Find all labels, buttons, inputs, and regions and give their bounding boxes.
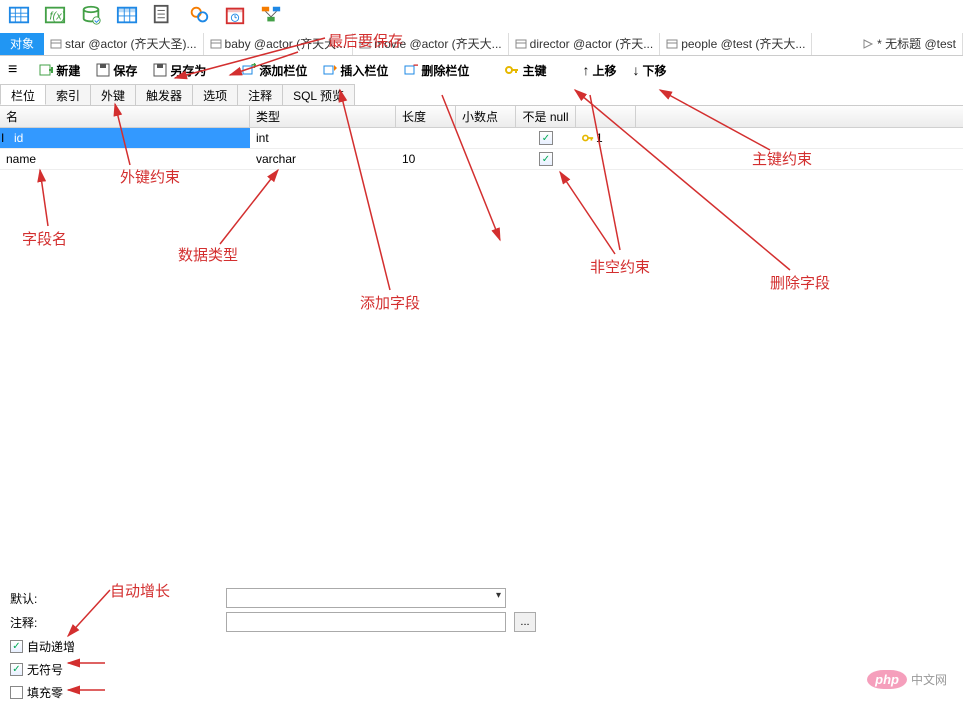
cell-length[interactable] [396, 128, 456, 148]
designer-tabs: 栏位 索引 外键 触发器 选项 注释 SQL 预览 [0, 84, 963, 106]
watermark-logo: php 中文网 [867, 670, 947, 689]
cell-key[interactable]: 1 [576, 128, 636, 148]
header-decimal[interactable]: 小数点 [456, 106, 516, 127]
default-label: 默认: [10, 590, 60, 607]
cell-name[interactable]: I id [0, 128, 250, 148]
unsigned-checkbox[interactable]: ✓ [10, 663, 23, 676]
tab-movie[interactable]: movie @actor (齐天大... [353, 33, 509, 55]
schedule-icon[interactable] [224, 4, 246, 29]
document-tabs: 对象 star @actor (齐天大圣)... baby @actor (齐天… [0, 32, 963, 56]
grid-header: 名 类型 长度 小数点 不是 null [0, 106, 963, 128]
tab-star[interactable]: star @actor (齐天大圣)... [44, 33, 204, 55]
checkbox-icon[interactable]: ✓ [539, 131, 553, 145]
annotation: 字段名 [22, 228, 67, 249]
insertfield-button[interactable]: 插入栏位 [315, 60, 396, 81]
tab-untitled[interactable]: * 无标题 @test [856, 33, 963, 55]
tab-baby[interactable]: baby @actor (齐天大... [204, 33, 354, 55]
tab-people[interactable]: people @test (齐天大... [660, 33, 812, 55]
table-row[interactable]: name varchar 10 ✓ [0, 149, 963, 170]
tab-index[interactable]: 索引 [45, 84, 91, 105]
table-row[interactable]: I id int ✓ 1 [0, 128, 963, 149]
annotation: 删除字段 [770, 272, 830, 293]
autoinc-checkbox[interactable]: ✓ [10, 640, 23, 653]
annotation: 添加字段 [360, 292, 420, 313]
annotation: 数据类型 [178, 244, 238, 265]
default-dropdown[interactable] [226, 588, 506, 608]
cell-key[interactable] [576, 149, 636, 169]
new-button[interactable]: 新建 [31, 60, 88, 81]
function-icon[interactable]: f(x) [44, 4, 66, 29]
cell-name[interactable]: name [0, 149, 250, 169]
unsigned-label: 无符号 [27, 661, 63, 678]
deletefield-button[interactable]: −删除栏位 [396, 60, 477, 81]
cell-type[interactable]: int [250, 128, 396, 148]
cell-decimal[interactable] [456, 128, 516, 148]
header-length[interactable]: 长度 [396, 106, 456, 127]
table-icon[interactable] [8, 4, 30, 29]
cell-notnull[interactable]: ✓ [516, 128, 576, 148]
svg-text:+: + [251, 63, 256, 72]
autoinc-label: 自动递增 [27, 638, 75, 655]
zerofill-checkbox[interactable] [10, 686, 23, 699]
cell-length[interactable]: 10 [396, 149, 456, 169]
comment-input[interactable] [226, 612, 506, 632]
tab-object[interactable]: 对象 [0, 33, 44, 55]
tab-option[interactable]: 选项 [192, 84, 238, 105]
field-properties: 默认: 注释: ... ✓ 自动递增 ✓ 无符号 填充零 [10, 584, 953, 707]
save-button[interactable]: 保存 [88, 60, 145, 81]
comment-label: 注释: [10, 614, 60, 631]
saveas-button[interactable]: 另存为 [145, 60, 214, 81]
comment-ellipsis-button[interactable]: ... [514, 612, 536, 632]
top-toolbar: f(x) [0, 0, 963, 32]
view-icon[interactable] [188, 4, 210, 29]
tab-sqlpreview[interactable]: SQL 预览 [282, 84, 355, 105]
report-icon[interactable] [152, 4, 174, 29]
hamburger-icon[interactable]: ≡ [0, 57, 25, 83]
table2-icon[interactable] [116, 4, 138, 29]
key-icon [582, 132, 594, 144]
checkbox-icon[interactable]: ✓ [539, 152, 553, 166]
cell-notnull[interactable]: ✓ [516, 149, 576, 169]
database-icon[interactable] [80, 4, 102, 29]
cell-type[interactable]: varchar [250, 149, 396, 169]
site-text: 中文网 [911, 671, 947, 688]
zerofill-label: 填充零 [27, 684, 63, 701]
annotation: 非空约束 [590, 256, 650, 277]
php-badge: php [867, 670, 907, 689]
moveup-button[interactable]: ↑上移 [574, 60, 624, 81]
primarykey-button[interactable]: 主键 [497, 60, 554, 81]
addfield-button[interactable]: +添加栏位 [234, 60, 315, 81]
cell-decimal[interactable] [456, 149, 516, 169]
header-notnull[interactable]: 不是 null [516, 106, 576, 127]
tab-comment[interactable]: 注释 [237, 84, 283, 105]
tab-trigger[interactable]: 触发器 [135, 84, 193, 105]
tab-fk[interactable]: 外键 [90, 84, 136, 105]
model-icon[interactable] [260, 4, 282, 29]
svg-text:−: − [413, 63, 418, 72]
header-type[interactable]: 类型 [250, 106, 396, 127]
tab-director[interactable]: director @actor (齐天... [509, 33, 661, 55]
action-toolbar: 新建 保存 另存为 +添加栏位 插入栏位 −删除栏位 主键 ↑上移 ↓下移 [25, 56, 680, 84]
header-key [576, 106, 636, 127]
svg-text:f(x): f(x) [50, 10, 66, 22]
field-grid: I id int ✓ 1 name varchar 10 ✓ [0, 128, 963, 170]
header-name[interactable]: 名 [0, 106, 250, 127]
movedown-button[interactable]: ↓下移 [624, 60, 674, 81]
tab-field[interactable]: 栏位 [0, 84, 46, 105]
